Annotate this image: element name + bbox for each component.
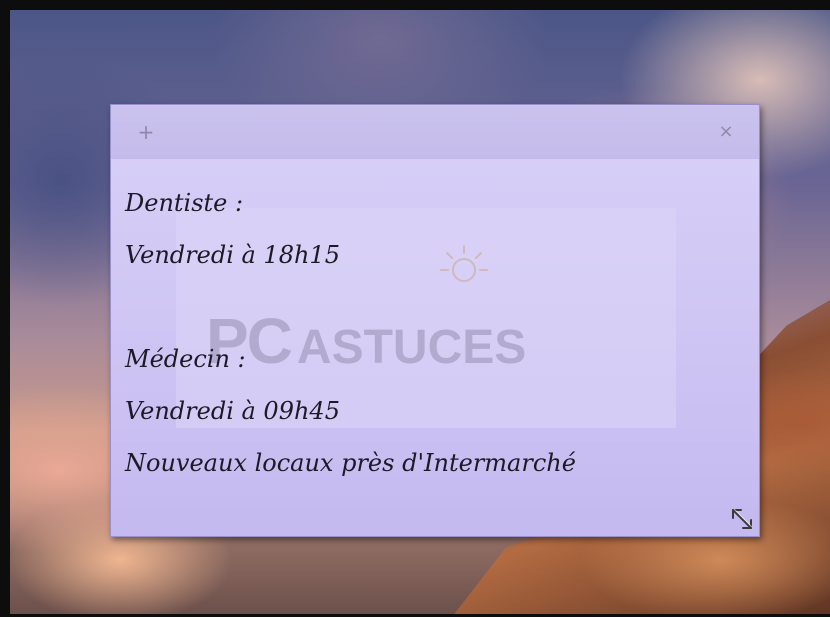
sticky-note[interactable]: + × PC ASTUCES Dentiste : Vendredi à 18h1…	[110, 104, 760, 537]
note-line: Médecin :	[125, 345, 246, 373]
desktop-wallpaper: + × PC ASTUCES Dentiste : Vendredi à 18h1…	[0, 0, 830, 617]
sticky-note-titlebar[interactable]: + ×	[111, 105, 759, 159]
note-line: Vendredi à 18h15	[125, 241, 340, 269]
note-line: Vendredi à 09h45	[125, 397, 340, 425]
add-note-button[interactable]: +	[135, 121, 157, 143]
note-line	[125, 281, 745, 333]
note-text-area[interactable]: Dentiste : Vendredi à 18h15 Médecin : Ve…	[125, 177, 745, 489]
note-line: Nouveaux locaux près d'Intermarché	[125, 449, 576, 477]
delete-note-button[interactable]: ×	[715, 121, 737, 143]
note-line: Dentiste :	[125, 189, 244, 217]
resize-icon[interactable]	[725, 502, 759, 536]
